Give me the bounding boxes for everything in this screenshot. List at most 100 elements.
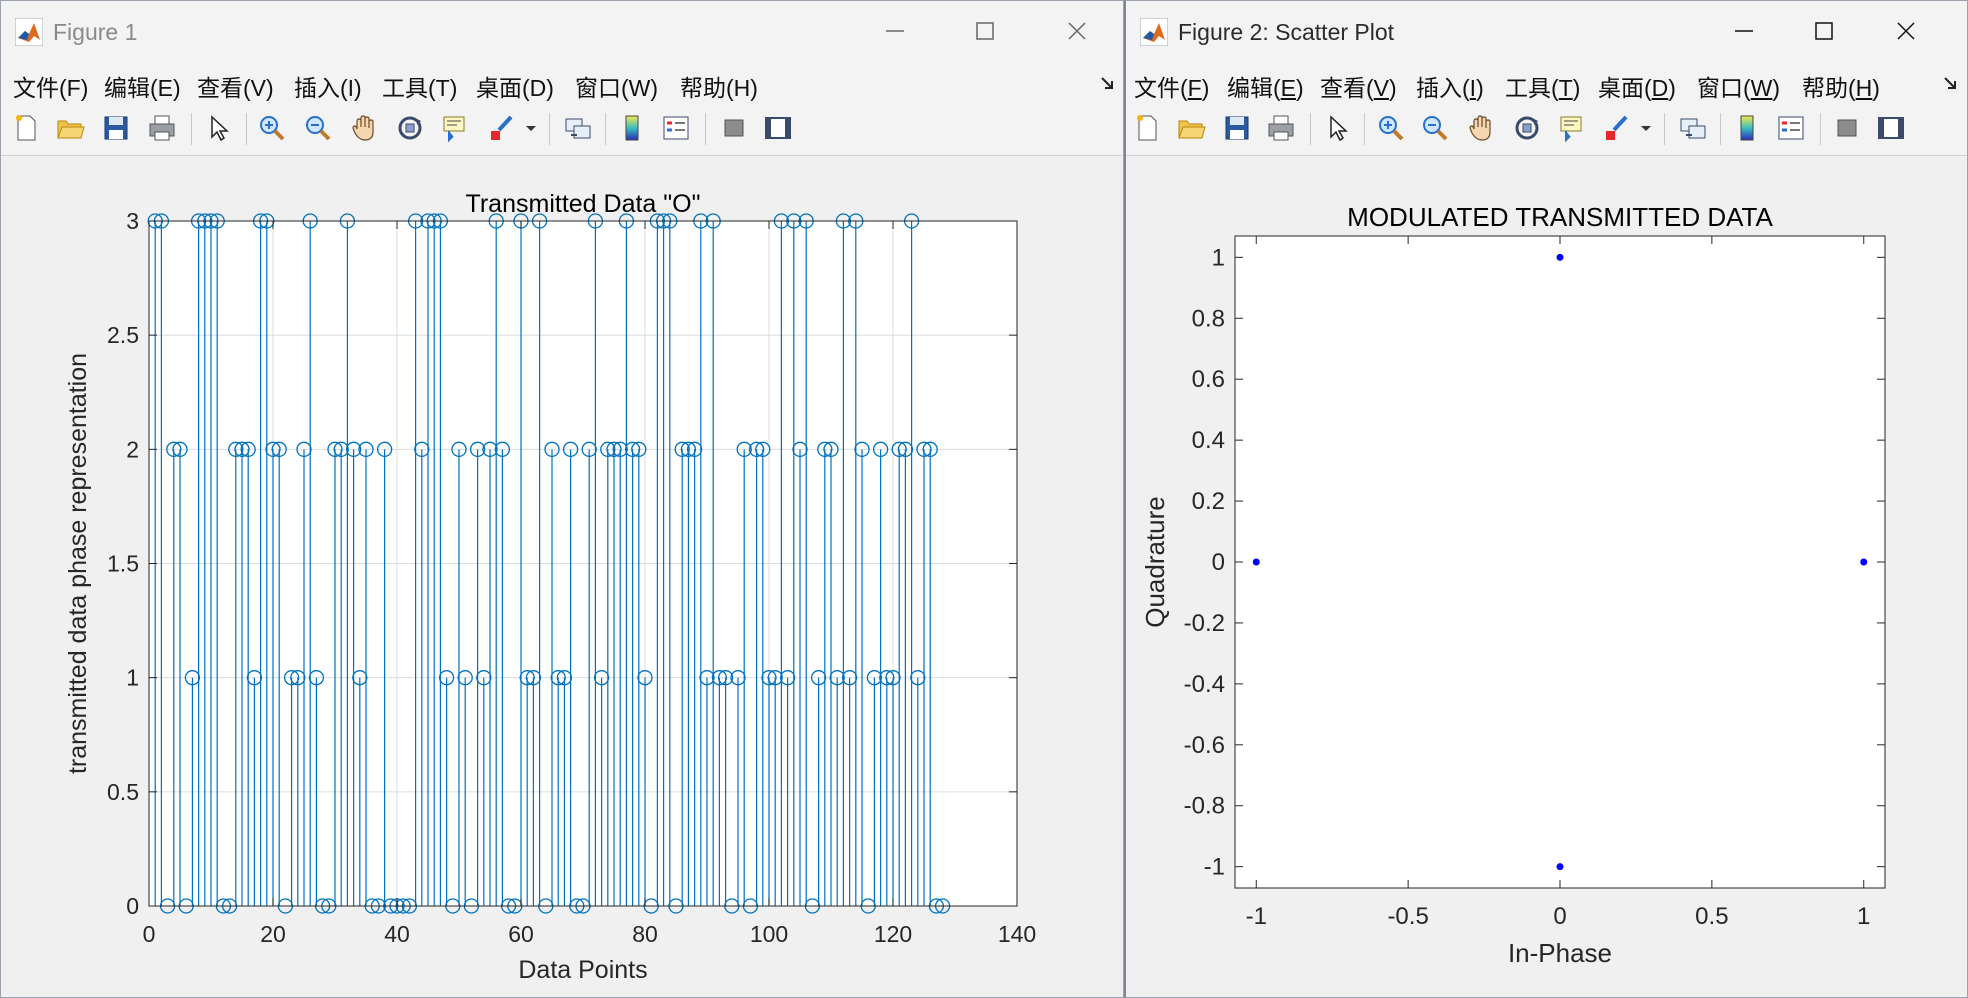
insert-colorbar-button[interactable]: [615, 111, 649, 145]
open-file-button[interactable]: [1174, 111, 1208, 145]
maximize-button[interactable]: [957, 11, 1013, 51]
y-tick-label: 0: [1212, 549, 1225, 576]
menu-insert[interactable]: 插入(I): [1416, 69, 1484, 103]
x-tick-label: 1: [1857, 903, 1870, 930]
print-button[interactable]: [1264, 111, 1298, 145]
new-file-icon: [16, 115, 36, 141]
y-tick-label: 0.2: [1192, 488, 1225, 515]
new-file-icon: [1137, 115, 1157, 141]
stem-plot[interactable]: 0 20 40 60 80 100 120 140 0 0.5 1 1.5 2 2.5 3 Transmit…: [1, 156, 1123, 998]
window-title: Figure 2: Scatter Plot: [1178, 19, 1395, 45]
menu-tools[interactable]: 工具(T): [382, 69, 457, 103]
x-tick-label: 80: [632, 921, 658, 947]
x-tick-label: -1: [1246, 903, 1267, 930]
edit-plot-button[interactable]: [1320, 111, 1354, 145]
menu-desktop[interactable]: 桌面(D): [1598, 69, 1676, 103]
folder-open-icon: [57, 120, 85, 139]
close-button[interactable]: [1049, 11, 1105, 51]
maximize-icon: [976, 22, 994, 40]
menu-file[interactable]: 文件(F): [1134, 69, 1209, 103]
scatter-point: [1556, 253, 1564, 261]
printer-icon: [1268, 115, 1294, 141]
new-figure-button[interactable]: [9, 111, 43, 145]
x-tick-label: 20: [260, 921, 286, 947]
menu-window[interactable]: 窗口(W): [1697, 69, 1780, 103]
menu-tools[interactable]: 工具(T): [1505, 69, 1580, 103]
zoom-out-button[interactable]: [1418, 111, 1452, 145]
x-tick-label: 40: [384, 921, 410, 947]
print-button[interactable]: [145, 111, 179, 145]
edit-plot-button[interactable]: [201, 111, 235, 145]
menu-insert[interactable]: 插入(I): [294, 69, 362, 103]
insert-legend-button[interactable]: [1774, 111, 1808, 145]
hide-plot-tools-button[interactable]: [1830, 111, 1864, 145]
scatter-plot[interactable]: -1 -0.5 0 0.5 1 -1 -0.8 -0.6 -0.4 -0.2 0 0.2 0.4 0.6 0…: [1126, 156, 1966, 998]
insert-colorbar-button[interactable]: [1730, 111, 1764, 145]
minimize-button[interactable]: [1716, 11, 1772, 51]
menu-window[interactable]: 窗口(W): [575, 69, 658, 103]
chart-title: MODULATED TRANSMITTED DATA: [1347, 202, 1773, 232]
toolbar-separator: [191, 113, 192, 145]
menu-bar: 文件(F) 编辑(E) 查看(V) 插入(I) 工具(T) 桌面(D) 窗口(W…: [1, 63, 1123, 103]
menu-view[interactable]: 查看(V): [197, 69, 274, 103]
dock-arrow-icon[interactable]: [1942, 75, 1960, 93]
matlab-logo-icon: [1140, 18, 1168, 46]
data-cursor-button[interactable]: [437, 111, 471, 145]
menu-view[interactable]: 查看(V): [1320, 69, 1397, 103]
brush-dropdown[interactable]: [523, 111, 539, 145]
rotate-3d-button[interactable]: [393, 111, 427, 145]
x-tick-label: 0: [143, 921, 156, 947]
brush-dropdown[interactable]: [1638, 111, 1654, 145]
brush-button[interactable]: [485, 111, 519, 145]
plot-tools-hide-icon: [724, 119, 744, 137]
link-plot-button[interactable]: [561, 111, 595, 145]
toolbar-separator: [246, 113, 247, 145]
x-tick-label: -0.5: [1387, 903, 1428, 930]
title-bar[interactable]: Figure 2: Scatter Plot: [1126, 1, 1967, 63]
menu-desktop[interactable]: 桌面(D): [476, 69, 554, 103]
pan-hand-icon: [352, 115, 374, 141]
y-tick-label: -0.4: [1184, 671, 1225, 698]
rotate-3d-button[interactable]: [1510, 111, 1544, 145]
chevron-down-icon: [526, 126, 536, 131]
dock-arrow-icon[interactable]: [1099, 75, 1117, 93]
plot-tools-hide-icon: [1837, 119, 1857, 137]
title-bar[interactable]: Figure 1: [1, 1, 1123, 63]
y-tick-label: 2.5: [107, 322, 139, 348]
toolbar-separator: [705, 113, 706, 145]
open-file-button[interactable]: [53, 111, 87, 145]
close-icon: [1897, 22, 1915, 40]
pan-button[interactable]: [347, 111, 381, 145]
scatter-point: [1252, 558, 1260, 566]
zoom-in-icon: [1379, 116, 1404, 141]
menu-file[interactable]: 文件(F): [13, 69, 88, 103]
x-tick-label: 0.5: [1695, 903, 1728, 930]
new-figure-button[interactable]: [1130, 111, 1164, 145]
toolbar-separator: [605, 113, 606, 145]
save-button[interactable]: [1220, 111, 1254, 145]
save-button[interactable]: [99, 111, 133, 145]
menu-edit[interactable]: 编辑(E): [1227, 69, 1304, 103]
toolbar-separator: [1820, 113, 1821, 145]
zoom-in-button[interactable]: [1374, 111, 1408, 145]
colorbar-icon: [1740, 115, 1754, 141]
menu-help[interactable]: 帮助(H): [680, 69, 758, 103]
brush-button[interactable]: [1600, 111, 1634, 145]
insert-legend-button[interactable]: [659, 111, 693, 145]
show-plot-tools-button[interactable]: [1874, 111, 1908, 145]
zoom-out-button[interactable]: [301, 111, 335, 145]
menu-edit[interactable]: 编辑(E): [104, 69, 181, 103]
brush-icon: [1606, 115, 1628, 140]
menu-help[interactable]: 帮助(H): [1802, 69, 1880, 103]
zoom-in-button[interactable]: [255, 111, 289, 145]
link-plot-button[interactable]: [1676, 111, 1710, 145]
maximize-icon: [1815, 22, 1833, 40]
minimize-button[interactable]: [867, 11, 923, 51]
x-tick-label: 0: [1553, 903, 1566, 930]
data-cursor-button[interactable]: [1554, 111, 1588, 145]
pan-button[interactable]: [1464, 111, 1498, 145]
hide-plot-tools-button[interactable]: [717, 111, 751, 145]
show-plot-tools-button[interactable]: [761, 111, 795, 145]
maximize-button[interactable]: [1796, 11, 1852, 51]
close-button[interactable]: [1878, 11, 1934, 51]
